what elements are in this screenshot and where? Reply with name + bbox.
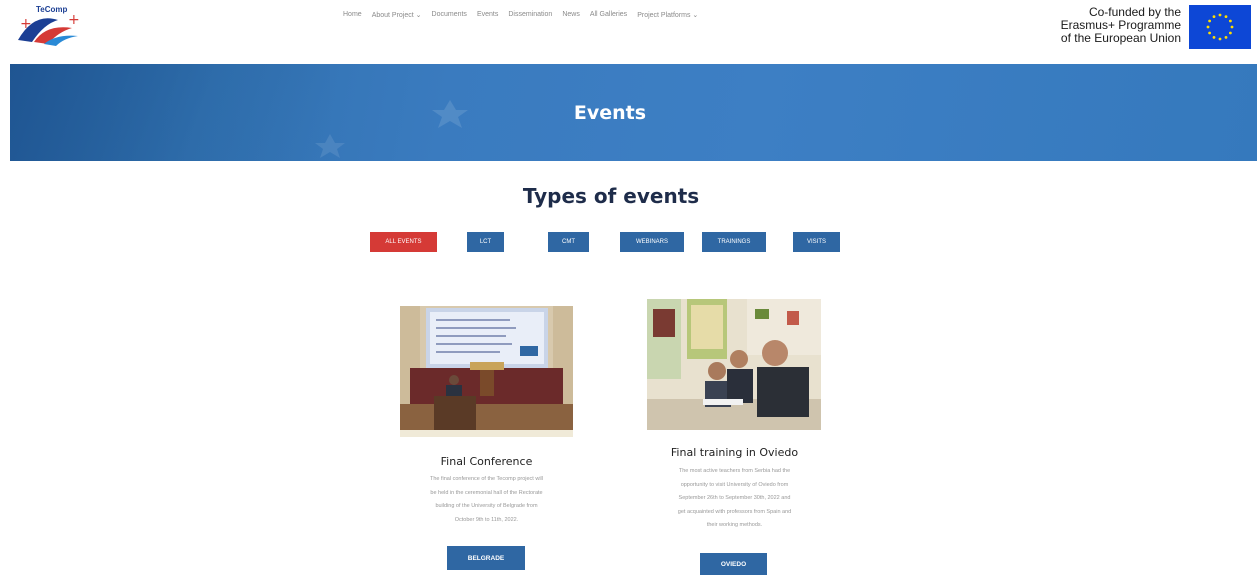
svg-text:+: +: [20, 16, 32, 32]
description-line: September 26th to September 30th, 2022 a…: [678, 495, 791, 501]
tecomp-logo[interactable]: + + TeComp: [14, 5, 84, 48]
filter-lct[interactable]: LCT: [467, 232, 504, 252]
belgrade-button[interactable]: BELGRADE: [447, 546, 525, 570]
filter-cmt[interactable]: CMT: [548, 232, 589, 252]
page-title: Events: [573, 102, 647, 124]
nav-events[interactable]: Events: [477, 11, 498, 19]
final-training-oviedo-image[interactable]: [647, 299, 821, 430]
eu-flag-icon: [1189, 5, 1251, 49]
oviedo-button[interactable]: OVIEDO: [700, 553, 767, 575]
filter-trainings[interactable]: TRAININGS: [702, 232, 766, 252]
final-conference-image[interactable]: [400, 306, 573, 437]
logo-text: TeComp: [36, 5, 68, 14]
eu-line-3: of the European Union: [1060, 31, 1181, 45]
nav-home[interactable]: Home: [343, 11, 362, 19]
svg-text:+: +: [68, 12, 80, 28]
description-line: their working methods.: [706, 522, 763, 528]
nav-project-platforms[interactable]: Project Platforms ⌄: [637, 11, 698, 19]
eu-stars-icon: [1206, 13, 1234, 41]
event-title-final-conference[interactable]: Final Conference: [400, 455, 573, 468]
event-title-final-training-oviedo[interactable]: Final training in Oviedo: [640, 446, 829, 459]
nav-news[interactable]: News: [562, 11, 580, 19]
conference-photo: [400, 306, 573, 437]
nav-dissemination[interactable]: Dissemination: [508, 11, 552, 19]
description-line: The final conference of the Tecomp proje…: [429, 476, 543, 482]
filter-webinars[interactable]: WEBINARS: [620, 232, 684, 252]
nav-about-project[interactable]: About Project ⌄: [372, 11, 422, 19]
description-line: The most active teachers from Serbia had…: [678, 468, 791, 474]
types-of-events-heading: Types of events: [522, 184, 700, 208]
nav-all-galleries[interactable]: All Galleries: [590, 11, 627, 19]
training-photo: [647, 299, 821, 430]
description-line: be held in the ceremonial hall of the Re…: [430, 489, 543, 496]
main-nav: Home About Project ⌄ Documents Events Di…: [343, 11, 708, 19]
description-line: opportunity to visit University of Ovied…: [680, 481, 789, 488]
description-line: building of the University of Belgrade f…: [435, 503, 538, 509]
event-description-final-training-oviedo: The most active teachers from Serbia had…: [629, 465, 840, 533]
description-line: get acquainted with professors from Spai…: [677, 508, 792, 515]
events-banner: Events: [10, 64, 1257, 161]
filter-all-events[interactable]: ALL EVENTS: [370, 232, 437, 252]
description-line: October 9th to 11th, 2022.: [454, 516, 519, 523]
site-header: + + TeComp Home About Project ⌄ Document…: [0, 0, 1257, 64]
filter-visits[interactable]: VISITS: [793, 232, 840, 252]
eu-cofunded-text: Co-funded by the Erasmus+ Programme of t…: [1035, 6, 1181, 45]
nav-documents[interactable]: Documents: [432, 11, 467, 19]
event-description-final-conference: The final conference of the Tecomp proje…: [390, 473, 583, 527]
